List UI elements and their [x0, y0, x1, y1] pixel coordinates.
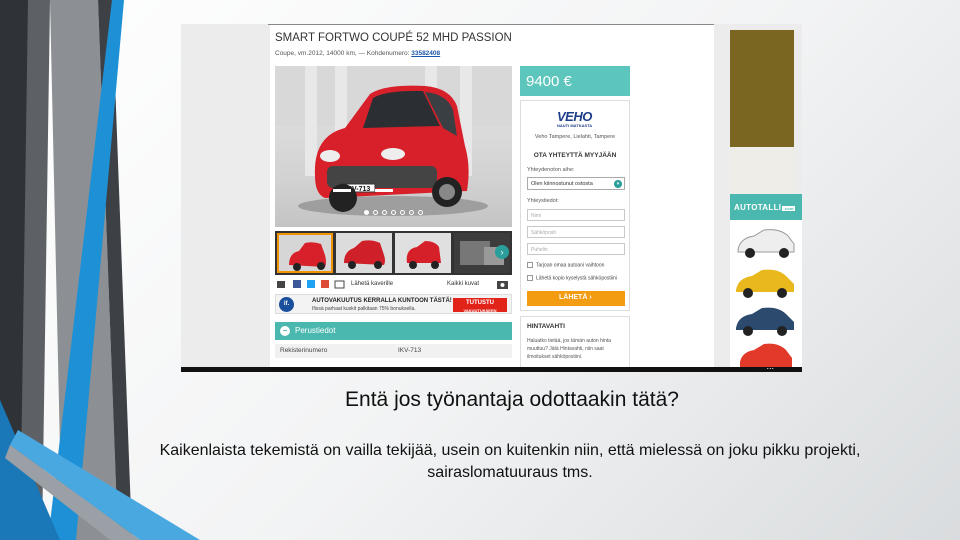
- listing-screenshot: SMART FORTWO COUPÉ 52 MHD PASSION Coupe,…: [181, 24, 802, 372]
- slide-heading: Entä jos työnantaja odottaakin tätä?: [345, 388, 679, 411]
- chevron-down-icon: ▾: [614, 180, 622, 188]
- basic-info-title: Perustiedot: [295, 326, 336, 335]
- chevron-right-icon[interactable]: ›: [495, 245, 509, 259]
- gallery-dots: [275, 202, 512, 220]
- basic-info-header[interactable]: − Perustiedot: [275, 322, 512, 340]
- banner-button-line1: TUTUSTU: [466, 300, 494, 306]
- dealer-logo: VEHO: [557, 109, 592, 124]
- phone-field[interactable]: Puhelin: [527, 243, 625, 255]
- dealer-logo-sub: NAUTI MATKASTA: [557, 123, 593, 128]
- gplus-icon: [321, 280, 329, 288]
- price-box: 9400 €: [520, 66, 630, 96]
- price-watch-text: Haluatko tietää, jos tämän auton hinta m…: [527, 338, 611, 360]
- table-row: Rekisterinumero IKV-713: [275, 344, 512, 358]
- ad-banner-mid: [730, 147, 794, 194]
- screenshot-bottom-bar: [181, 367, 802, 372]
- banner-title: AUTOVAKUUTUS KERRALLA KUNTOON TÄSTÄ!: [312, 298, 452, 304]
- car-photo[interactable]: IKV-713: [275, 66, 512, 227]
- listing-page: SMART FORTWO COUPÉ 52 MHD PASSION Coupe,…: [270, 24, 802, 372]
- autotalli-ad[interactable]: AUTOTALLI .com: [730, 194, 802, 372]
- gallery-dot[interactable]: [400, 210, 405, 215]
- price-watch: HINTAVAHTI Haluatko tietää, jos tämän au…: [520, 316, 630, 368]
- send-button[interactable]: LÄHETÄ ›: [527, 291, 625, 306]
- gallery-dot[interactable]: [364, 210, 369, 215]
- insurance-banner[interactable]: if. AUTOVAKUUTUS KERRALLA KUNTOON TÄSTÄ!…: [275, 294, 512, 314]
- facebook-icon: [293, 280, 301, 288]
- dealer-location: Veho Tampere, Lielahti, Tampere: [534, 134, 616, 140]
- listing-meta: Coupe, vm.2012, 14000 km, — Kohdenumero:…: [275, 50, 440, 57]
- contact-cta: OTA YHTEYTTÄ MYYJÄÄN: [533, 152, 617, 159]
- contact-label: Yhteystiedot:: [527, 198, 559, 204]
- share-label[interactable]: Lähetä kaverille: [351, 281, 393, 287]
- thumbnail-strip: ›: [275, 231, 512, 275]
- share-bar: Lähetä kaverille Kaikki kuvat: [275, 278, 512, 292]
- autotalli-suffix: .com: [782, 206, 795, 211]
- trade-in-label: Tarjoan omaa autoani vaihtoon: [536, 262, 605, 269]
- thumbnail[interactable]: [277, 233, 333, 273]
- listing-title: SMART FORTWO COUPÉ 52 MHD PASSION: [275, 32, 512, 44]
- minus-icon: −: [280, 326, 290, 336]
- row-label: Rekisterinumero: [280, 347, 328, 354]
- thumbnail[interactable]: [395, 233, 451, 273]
- print-icon: [277, 281, 285, 288]
- email-field[interactable]: Sähköposti: [527, 226, 625, 238]
- banner-subtitle: Ifissä parhaat kuskit palkitaan 75% bonu…: [312, 306, 416, 312]
- autotalli-header: AUTOTALLI .com: [730, 194, 802, 220]
- send-label: LÄHETÄ: [559, 294, 588, 301]
- ad-banner-top[interactable]: [730, 30, 794, 147]
- gallery-dot[interactable]: [409, 210, 414, 215]
- name-field[interactable]: Nimi: [527, 209, 625, 221]
- subject-value: Olen kiinnostunut ostosta: [531, 181, 593, 187]
- banner-button-line2: VAKUUTUKSEEN: [463, 308, 497, 313]
- trade-in-checkbox[interactable]: Tarjoan omaa autoani vaihtoon: [527, 262, 604, 268]
- subject-select[interactable]: Olen kiinnostunut ostosta ▾: [527, 177, 625, 190]
- subject-label: Yhteydenoton aihe:: [527, 167, 575, 173]
- gallery-dot[interactable]: [418, 210, 423, 215]
- copy-label: Lähetä kopio kyselystä sähköpostiini: [536, 275, 617, 282]
- mail-icon: [334, 280, 345, 289]
- price-watch-title: HINTAVAHTI: [527, 323, 565, 330]
- if-logo: if.: [279, 297, 294, 312]
- gallery-dot[interactable]: [391, 210, 396, 215]
- camera-icon: [497, 281, 508, 289]
- gallery-dot[interactable]: [373, 210, 378, 215]
- listing-meta-text: Coupe, vm.2012, 14000 km, — Kohdenumero:: [275, 50, 412, 57]
- gallery-dot[interactable]: [382, 210, 387, 215]
- ad-cars: [736, 229, 795, 372]
- reference-link[interactable]: 33582408: [411, 50, 440, 57]
- copy-checkbox[interactable]: Lähetä kopio kyselystä sähköpostiini: [527, 275, 617, 281]
- top-divider: [268, 24, 714, 25]
- row-value: IKV-713: [398, 347, 422, 354]
- twitter-icon: [307, 280, 315, 288]
- slide-body: Kaikenlaista tekemistä on vailla tekijää…: [159, 442, 861, 481]
- contact-form: VEHO NAUTI MATKASTA Veho Tampere, Lielah…: [520, 100, 630, 311]
- thumbnail[interactable]: [336, 233, 392, 273]
- autotalli-brand: AUTOTALLI: [734, 203, 782, 212]
- more-icon: ...: [766, 361, 774, 371]
- all-images-label[interactable]: Kaikki kuvat: [447, 281, 479, 287]
- banner-button[interactable]: TUTUSTU VAKUUTUKSEEN: [453, 298, 507, 313]
